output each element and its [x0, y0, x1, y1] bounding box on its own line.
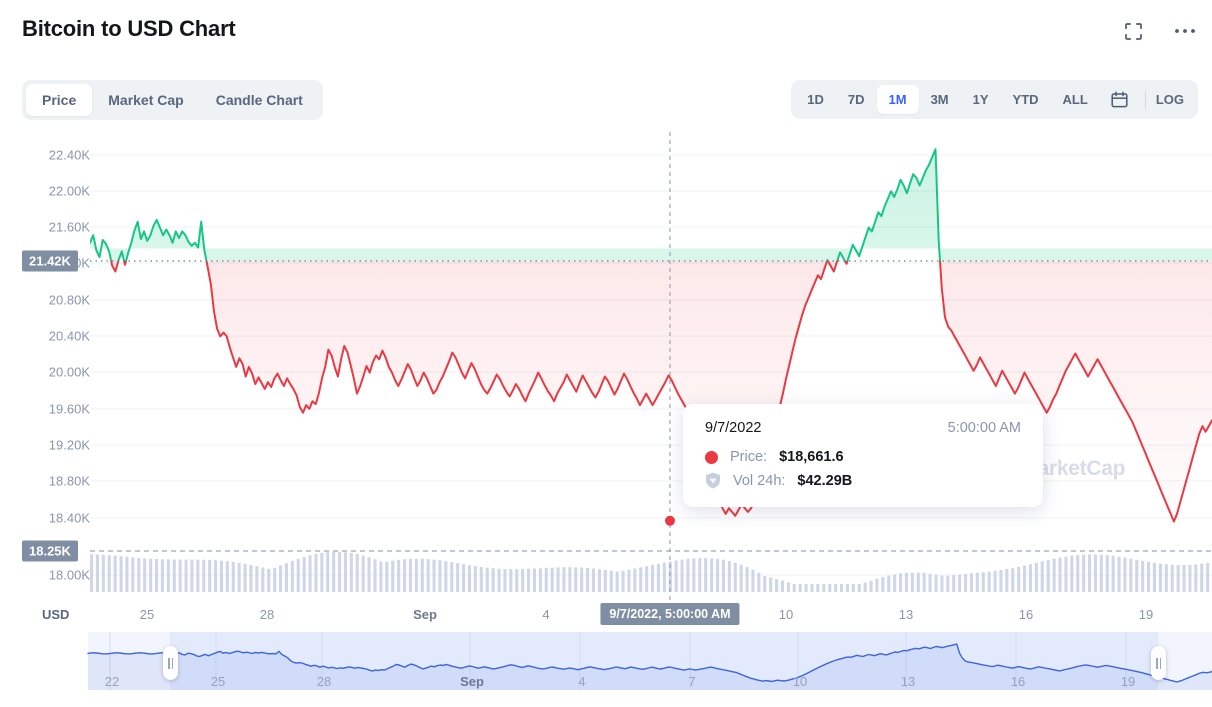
- time-range-selector: 1D 7D 1M 3M 1Y YTD ALL LOG: [791, 80, 1198, 119]
- range-3m[interactable]: 3M: [919, 85, 961, 114]
- range-navigator[interactable]: 22 25 28 Sep 4 7 10 13 16 19: [0, 632, 1212, 707]
- nav-tick-7: 7: [688, 674, 696, 689]
- x-tick-4: 4: [542, 607, 550, 622]
- chart-tooltip: 9/7/2022 5:00:00 AM Price: $18,661.6 Vol…: [683, 404, 1043, 507]
- tab-price[interactable]: Price: [26, 84, 93, 116]
- chart-area[interactable]: 22.40K 22.00K 21.60K 21.20K 20.80K 20.40…: [0, 132, 1212, 707]
- nav-tick-16: 16: [1010, 674, 1026, 689]
- nav-tick-4: 4: [578, 674, 586, 689]
- tooltip-volume-value: $42.29B: [797, 472, 853, 489]
- price-series: [90, 148, 1212, 523]
- nav-tick-10: 10: [792, 674, 808, 689]
- range-ytd[interactable]: YTD: [1001, 85, 1051, 114]
- tab-candle-chart[interactable]: Candle Chart: [200, 84, 319, 116]
- tooltip-price-value: $18,661.6: [779, 449, 844, 465]
- tooltip-price-row: Price: $18,661.6: [705, 449, 1021, 465]
- x-tick-13: 13: [898, 607, 914, 622]
- x-tick-sep: Sep: [413, 607, 437, 622]
- nav-tick-19: 19: [1120, 674, 1136, 689]
- tooltip-date: 9/7/2022: [705, 420, 762, 436]
- crosshair-date-badge: 9/7/2022, 5:00:00 AM: [600, 603, 740, 625]
- highlight-point-marker: [665, 515, 675, 526]
- x-axis-currency-label: USD: [42, 607, 70, 622]
- more-horizontal-icon[interactable]: [1172, 18, 1198, 44]
- nav-tick-22: 22: [104, 674, 120, 689]
- range-1d[interactable]: 1D: [795, 85, 836, 114]
- range-divider: [1144, 90, 1146, 109]
- calendar-icon[interactable]: [1100, 84, 1139, 115]
- range-7d[interactable]: 7D: [836, 85, 877, 114]
- header-actions: [1120, 18, 1198, 44]
- tooltip-header: 9/7/2022 5:00:00 AM: [705, 420, 1021, 436]
- tooltip-volume-row: Vol 24h: $42.29B: [705, 472, 1021, 489]
- x-tick-16: 16: [1018, 607, 1034, 622]
- x-tick-28: 28: [259, 607, 275, 622]
- x-tick-19: 19: [1138, 607, 1154, 622]
- log-scale-button[interactable]: LOG: [1152, 85, 1194, 114]
- nav-tick-28: 28: [316, 674, 332, 689]
- x-tick-25: 25: [139, 607, 155, 622]
- range-1y[interactable]: 1Y: [961, 85, 1001, 114]
- volume-bars: [90, 551, 1210, 592]
- range-1m[interactable]: 1M: [876, 85, 919, 114]
- x-tick-10: 10: [778, 607, 794, 622]
- price-chart-svg: [90, 132, 1212, 602]
- fullscreen-icon[interactable]: [1120, 18, 1146, 44]
- navigator-handle-right[interactable]: [1151, 646, 1166, 680]
- tooltip-time: 5:00:00 AM: [947, 420, 1021, 436]
- chart-header: Bitcoin to USD Chart: [0, 0, 1212, 68]
- tooltip-volume-label: Vol 24h:: [733, 472, 786, 489]
- range-all[interactable]: ALL: [1051, 85, 1100, 114]
- shield-volume-icon: [705, 472, 721, 489]
- nav-tick-sep: Sep: [460, 674, 484, 689]
- nav-tick-25: 25: [210, 674, 226, 689]
- tooltip-price-label: Price:: [730, 449, 768, 465]
- page-title: Bitcoin to USD Chart: [22, 16, 236, 41]
- tab-market-cap[interactable]: Market Cap: [92, 84, 199, 116]
- nav-tick-13: 13: [900, 674, 916, 689]
- navigator-handle-left[interactable]: [163, 646, 178, 680]
- red-dot-icon: [705, 450, 718, 464]
- chart-type-tabs: Price Market Cap Candle Chart: [22, 80, 323, 120]
- navigator-svg: [87, 632, 1212, 690]
